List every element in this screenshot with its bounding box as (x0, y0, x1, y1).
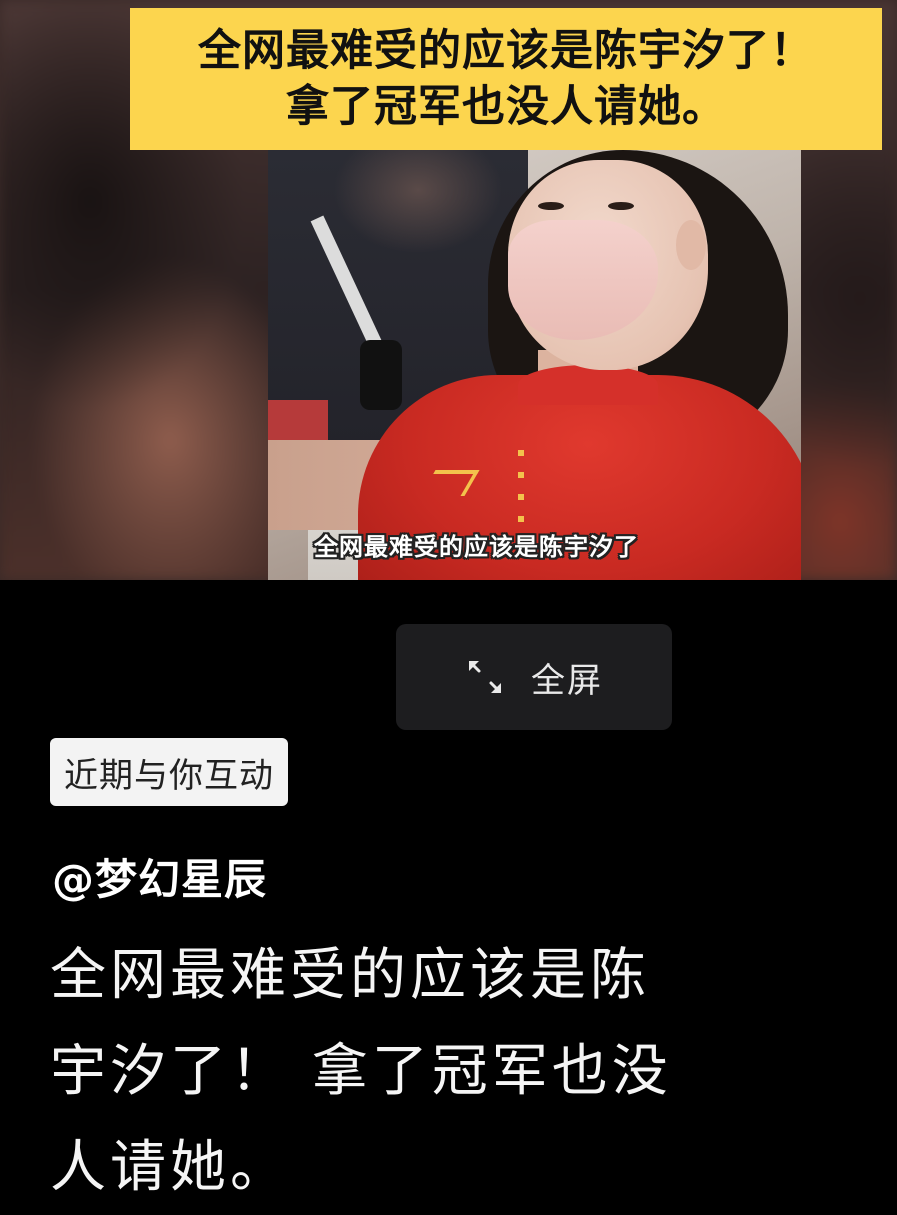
face-mask (508, 220, 658, 340)
video-subtitle: 全网最难受的应该是陈宇汐了 (314, 533, 639, 561)
headline-line-1: 全网最难受的应该是陈宇汐了！ (198, 26, 814, 76)
left-eye (538, 202, 564, 210)
right-eye (608, 202, 634, 210)
watch-shape (360, 340, 402, 410)
recent-interaction-badge: 近期与你互动 (50, 738, 288, 806)
post-caption: 全网最难受的应该是陈 宇汐了！ 拿了冠军也没 人请她。 (50, 928, 850, 1215)
video-headline-banner: 全网最难受的应该是陈宇汐了！ 拿了冠军也没人请她。 (130, 8, 882, 150)
fullscreen-button[interactable]: 全屏 (396, 624, 672, 730)
fullscreen-label: 全屏 (531, 660, 603, 701)
expand-arrows-icon (469, 661, 501, 693)
caption-line-3: 人请她。 (50, 1135, 290, 1200)
post-page: 全网最难受的应该是陈宇汐了！ 拿了冠军也没人请她。 全网最难受的应该是陈宇汐了 … (0, 0, 897, 1215)
headline-line-2: 拿了冠军也没人请她。 (286, 82, 726, 132)
video-player[interactable]: 全网最难受的应该是陈宇汐了！ 拿了冠军也没人请她。 全网最难受的应该是陈宇汐了 (0, 0, 897, 580)
subject-collar (518, 365, 658, 405)
caption-line-2: 宇汐了！ 拿了冠军也没 (50, 1039, 672, 1104)
subject-ear (676, 220, 706, 270)
video-frame (268, 150, 801, 580)
subject-face (508, 160, 708, 370)
caption-line-1: 全网最难受的应该是陈 (50, 943, 650, 1008)
author-handle[interactable]: @梦幻星辰 (52, 846, 267, 907)
